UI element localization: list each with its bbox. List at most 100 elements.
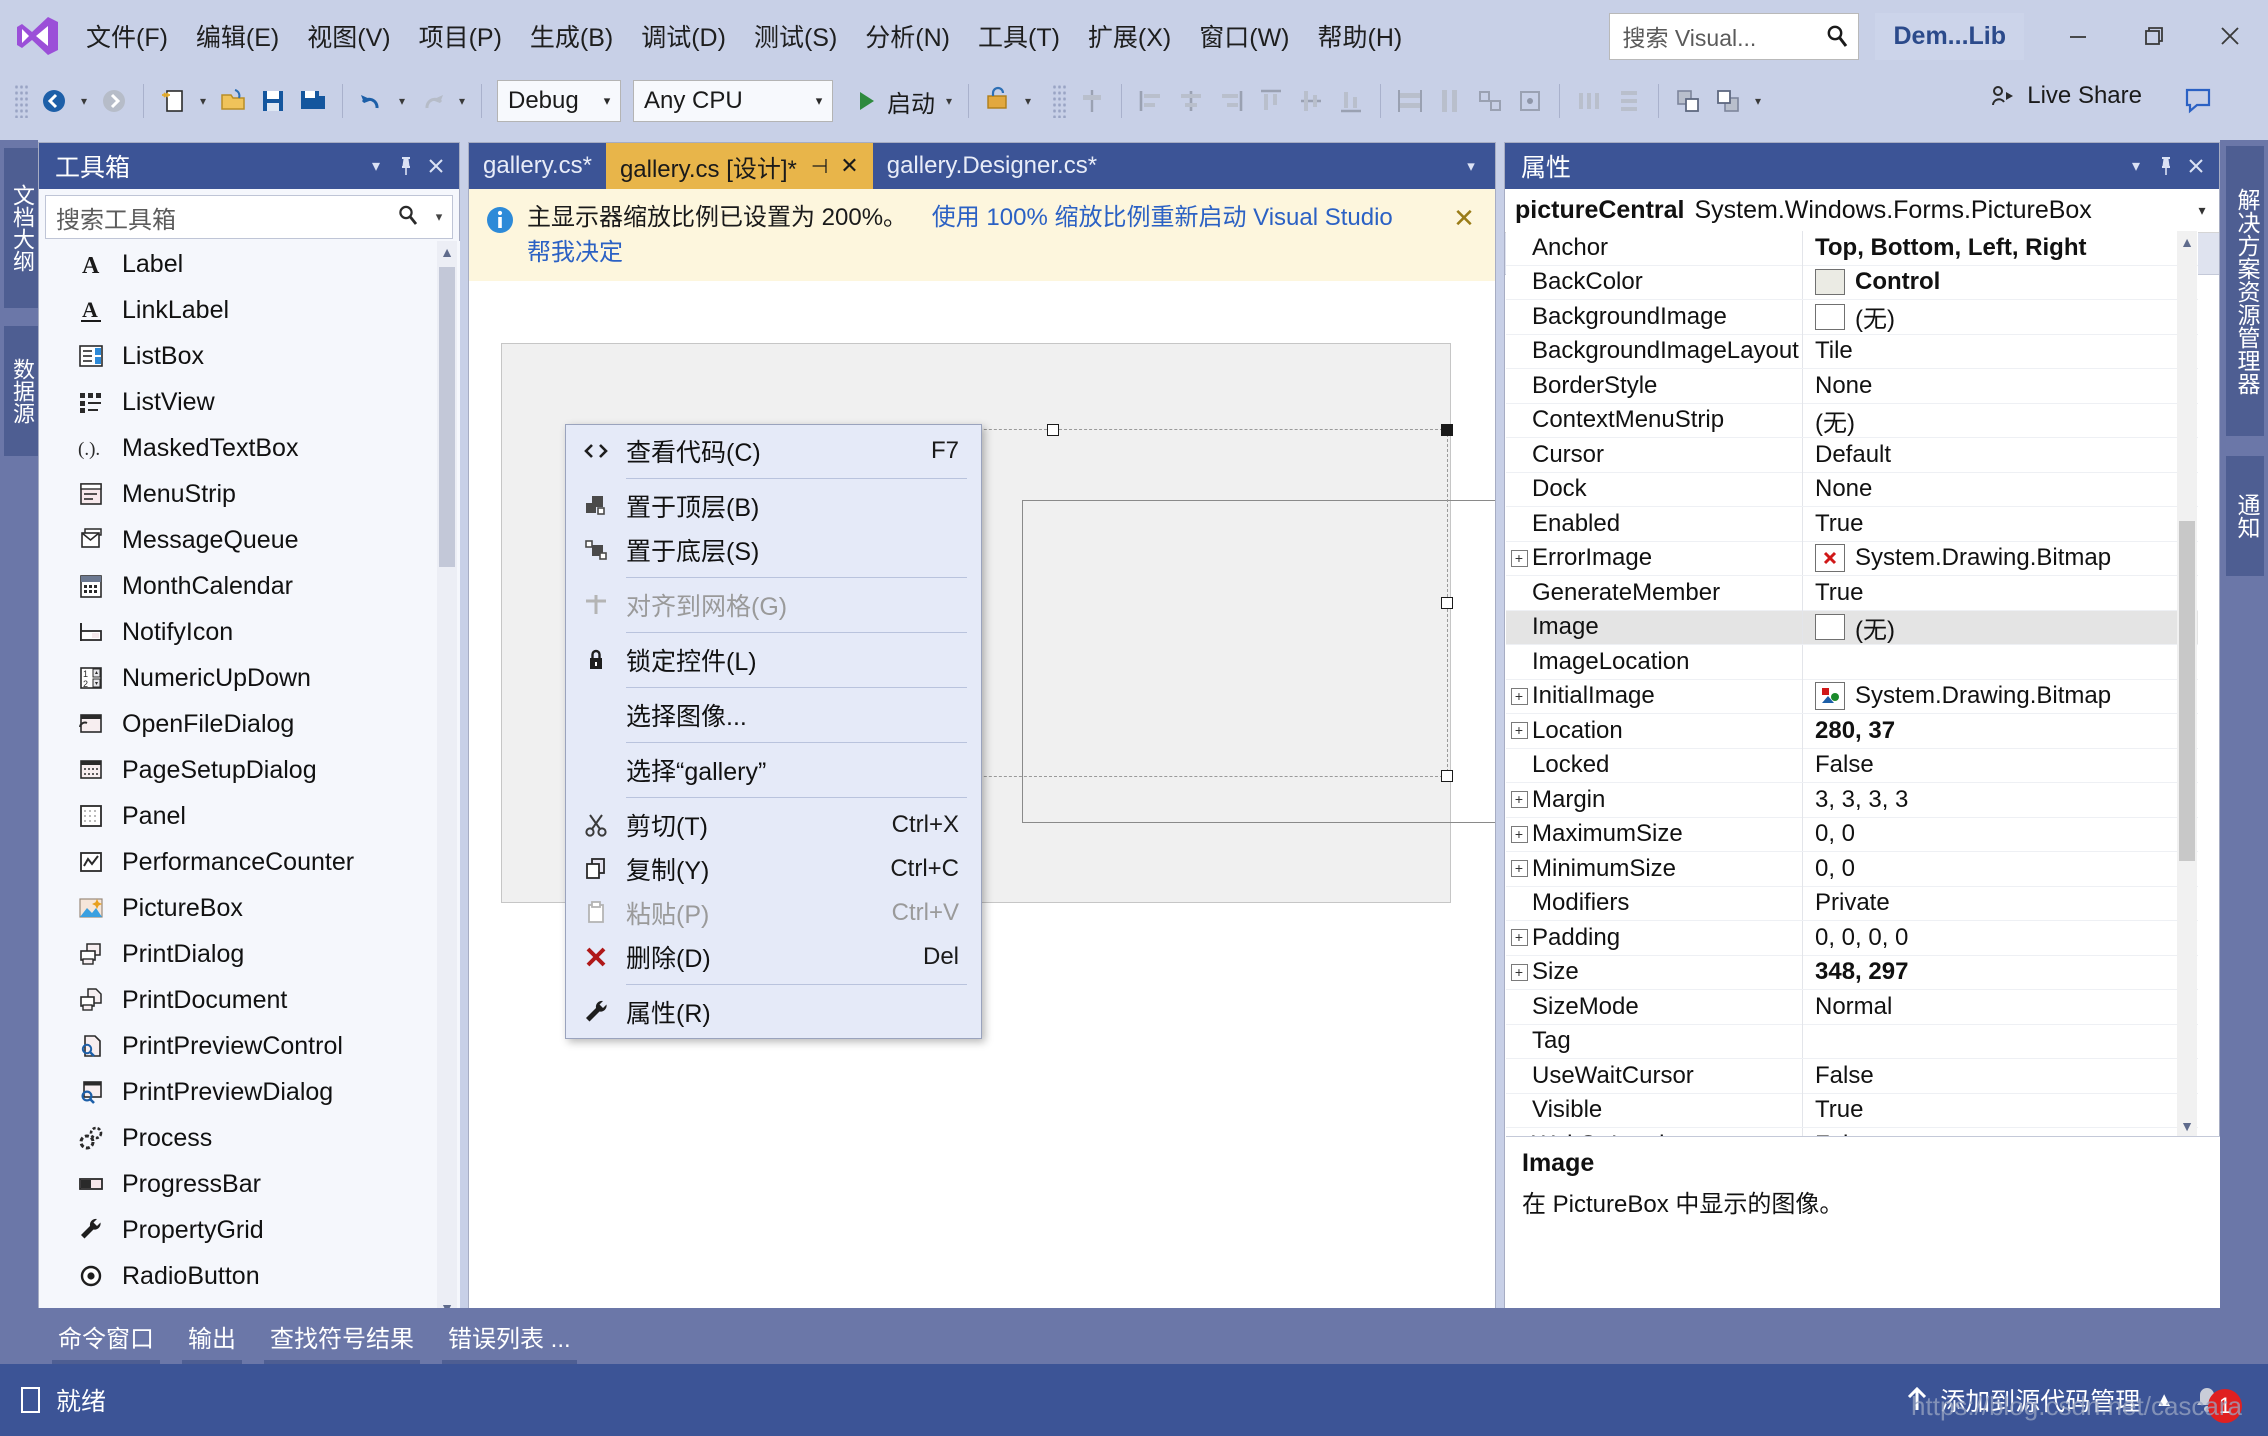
toolbox-close-icon[interactable] <box>421 149 451 183</box>
dock-tab-document-outline[interactable]: 文档大纲 <box>4 148 38 308</box>
property-value-cell[interactable]: None <box>1803 475 2198 503</box>
property-row-imagelocation[interactable]: ImageLocation <box>1506 644 2198 680</box>
toolbox-item-label[interactable]: A Label <box>40 241 460 287</box>
info-bar-restart-link[interactable]: 使用 100% 缩放比例重新启动 Visual Studio <box>932 204 1393 231</box>
bring-to-front-button[interactable] <box>1668 79 1708 123</box>
tab-gallery-designer-cs[interactable]: gallery.Designer.cs* <box>873 143 1111 189</box>
align-lefts-button[interactable] <box>1131 79 1171 123</box>
menu-item-help[interactable]: 帮助(H) <box>1304 12 1417 60</box>
property-value-cell[interactable]: (无) <box>1803 403 2198 438</box>
properties-grid[interactable]: Anchor Top, Bottom, Left, Right BackColor C… <box>1506 231 2198 1137</box>
dock-tab-solution-explorer[interactable]: 解决方案资源管理器 <box>2226 146 2264 436</box>
toolbar-grip[interactable] <box>1052 84 1066 118</box>
property-value-cell[interactable]: None <box>1803 372 2198 400</box>
attach-process-button[interactable] <box>978 79 1018 123</box>
context-menu-item-5[interactable]: 选择图像... <box>566 693 981 737</box>
toolbox-item-linklabel[interactable]: A LinkLabel <box>40 287 460 333</box>
bottom-tab-find-symbol-results[interactable]: 查找符号结果 <box>264 1315 420 1370</box>
live-share-button[interactable]: Live Share <box>1989 82 2142 110</box>
save-button[interactable] <box>253 79 293 123</box>
property-expand-icon[interactable]: + <box>1506 963 1532 981</box>
property-expand-icon[interactable]: + <box>1506 825 1532 843</box>
dock-tab-data-sources[interactable]: 数据源 <box>4 326 38 456</box>
property-value-cell[interactable]: Tile <box>1803 337 2198 365</box>
property-row-margin[interactable]: + Margin 3, 3, 3, 3 <box>1506 782 2198 818</box>
property-value-cell[interactable]: 280, 37 <box>1803 717 2198 745</box>
property-value-cell[interactable]: Top, Bottom, Left, Right <box>1803 234 2198 262</box>
toolbox-item-notifyicon[interactable]: NotifyIcon <box>40 609 460 655</box>
add-to-source-control-label[interactable]: 添加到源代码管理 <box>1940 1382 2140 1418</box>
property-row-usewaitcursor[interactable]: UseWaitCursor False <box>1506 1058 2198 1094</box>
context-menu-item-6[interactable]: 选择“gallery” <box>566 748 981 792</box>
property-row-minimumsize[interactable]: + MinimumSize 0, 0 <box>1506 851 2198 887</box>
toolbox-item-maskedtextbox[interactable]: (.). MaskedTextBox <box>40 425 460 471</box>
property-row-size[interactable]: + Size 348, 297 <box>1506 955 2198 990</box>
property-row-padding[interactable]: + Padding 0, 0, 0, 0 <box>1506 920 2198 956</box>
property-row-errorimage[interactable]: + ErrorImage System.Drawing.Bitmap <box>1506 541 2198 576</box>
resize-handle-middle-right[interactable] <box>1441 597 1453 609</box>
toolbox-item-panel[interactable]: Panel <box>40 793 460 839</box>
align-bottoms-button[interactable] <box>1331 79 1371 123</box>
property-value-cell[interactable]: 348, 297 <box>1803 958 2198 986</box>
property-expand-icon[interactable]: + <box>1506 929 1532 947</box>
properties-scroll-thumb[interactable] <box>2179 521 2195 861</box>
dock-tab-notifications[interactable]: 通知 <box>2226 456 2264 576</box>
toolbox-item-radiobutton[interactable]: RadioButton <box>40 1253 460 1299</box>
property-value-cell[interactable]: Private <box>1803 889 2198 917</box>
properties-dropdown-icon[interactable]: ▾ <box>2121 149 2151 183</box>
property-value-cell[interactable]: 0, 0 <box>1803 820 2198 848</box>
property-row-anchor[interactable]: Anchor Top, Bottom, Left, Right <box>1506 231 2198 266</box>
menu-item-analyze[interactable]: 分析(N) <box>851 12 964 60</box>
properties-pin-icon[interactable] <box>2151 149 2181 183</box>
toolbox-scroll-up-icon[interactable]: ▲ <box>437 241 457 263</box>
search-input[interactable]: 搜索 Visual... <box>1609 12 1860 60</box>
toolbar-grip[interactable] <box>14 84 28 118</box>
close-button[interactable] <box>2192 0 2268 72</box>
property-row-image[interactable]: Image (无) <box>1506 610 2198 645</box>
toolbox-item-picturebox[interactable]: PictureBox <box>40 885 460 931</box>
property-row-maximumsize[interactable]: + MaximumSize 0, 0 <box>1506 817 2198 852</box>
toolbox-item-printpreviewdialog[interactable]: PrintPreviewDialog <box>40 1069 460 1115</box>
make-same-width-button[interactable] <box>1390 79 1430 123</box>
align-tops-button[interactable] <box>1251 79 1291 123</box>
property-row-dock[interactable]: Dock None <box>1506 472 2198 507</box>
context-menu-item-8[interactable]: 复制(Y) Ctrl+C <box>566 847 981 891</box>
context-menu-item-2[interactable]: 置于底层(S) <box>566 528 981 572</box>
menu-item-window[interactable]: 窗口(W) <box>1185 12 1303 60</box>
toolbox-search-dropdown-icon[interactable]: ▾ <box>426 209 452 225</box>
resize-handle-top-right[interactable] <box>1441 424 1453 436</box>
open-file-button[interactable] <box>213 79 253 123</box>
property-row-cursor[interactable]: Cursor Default <box>1506 437 2198 473</box>
info-bar-help-link[interactable]: 帮我决定 <box>527 239 623 266</box>
property-value-cell[interactable]: (无) <box>1803 299 2198 334</box>
property-row-locked[interactable]: Locked False <box>1506 748 2198 783</box>
toolbox-item-pagesetupdialog[interactable]: PageSetupDialog <box>40 747 460 793</box>
property-row-generatemember[interactable]: GenerateMember True <box>1506 575 2198 611</box>
notification-count-badge[interactable]: 1 <box>2208 1389 2242 1423</box>
undo-button[interactable] <box>352 79 392 123</box>
toolbox-scrollbar[interactable]: ▲ ▼ <box>437 241 457 1319</box>
context-menu-item-11[interactable]: 属性(R) <box>566 990 981 1034</box>
resize-handle-bottom-right[interactable] <box>1441 770 1453 782</box>
property-value-cell[interactable]: 3, 3, 3, 3 <box>1803 786 2198 814</box>
bottom-tab-error-list[interactable]: 错误列表 ... <box>442 1315 577 1370</box>
solution-configuration-select[interactable]: Debug ▾ <box>497 80 621 122</box>
property-value-cell[interactable]: (无) <box>1803 610 2198 645</box>
toolbox-item-printdialog[interactable]: PrintDialog <box>40 931 460 977</box>
send-feedback-button[interactable] <box>2184 86 2216 121</box>
menu-item-extensions[interactable]: 扩展(X) <box>1074 12 1185 60</box>
toolbox-item-numericupdown[interactable]: 1 2 NumericUpDown <box>40 655 460 701</box>
navigate-forward-button[interactable] <box>94 79 134 123</box>
property-value-cell[interactable]: False <box>1803 1062 2198 1090</box>
tab-pin-icon[interactable]: ⊣ <box>811 154 828 179</box>
properties-scroll-up-icon[interactable]: ▲ <box>2177 231 2197 253</box>
navigate-back-button[interactable] <box>34 79 74 123</box>
menu-item-tools[interactable]: 工具(T) <box>964 12 1074 60</box>
solution-platform-select[interactable]: Any CPU ▾ <box>633 80 833 122</box>
property-value-cell[interactable]: Normal <box>1803 993 2198 1021</box>
property-row-location[interactable]: + Location 280, 37 <box>1506 713 2198 749</box>
context-menu-item-1[interactable]: 置于顶层(B) <box>566 484 981 528</box>
menu-item-debug[interactable]: 调试(D) <box>627 12 740 60</box>
property-value-cell[interactable]: True <box>1803 1096 2198 1124</box>
make-same-size-button[interactable] <box>1470 79 1510 123</box>
